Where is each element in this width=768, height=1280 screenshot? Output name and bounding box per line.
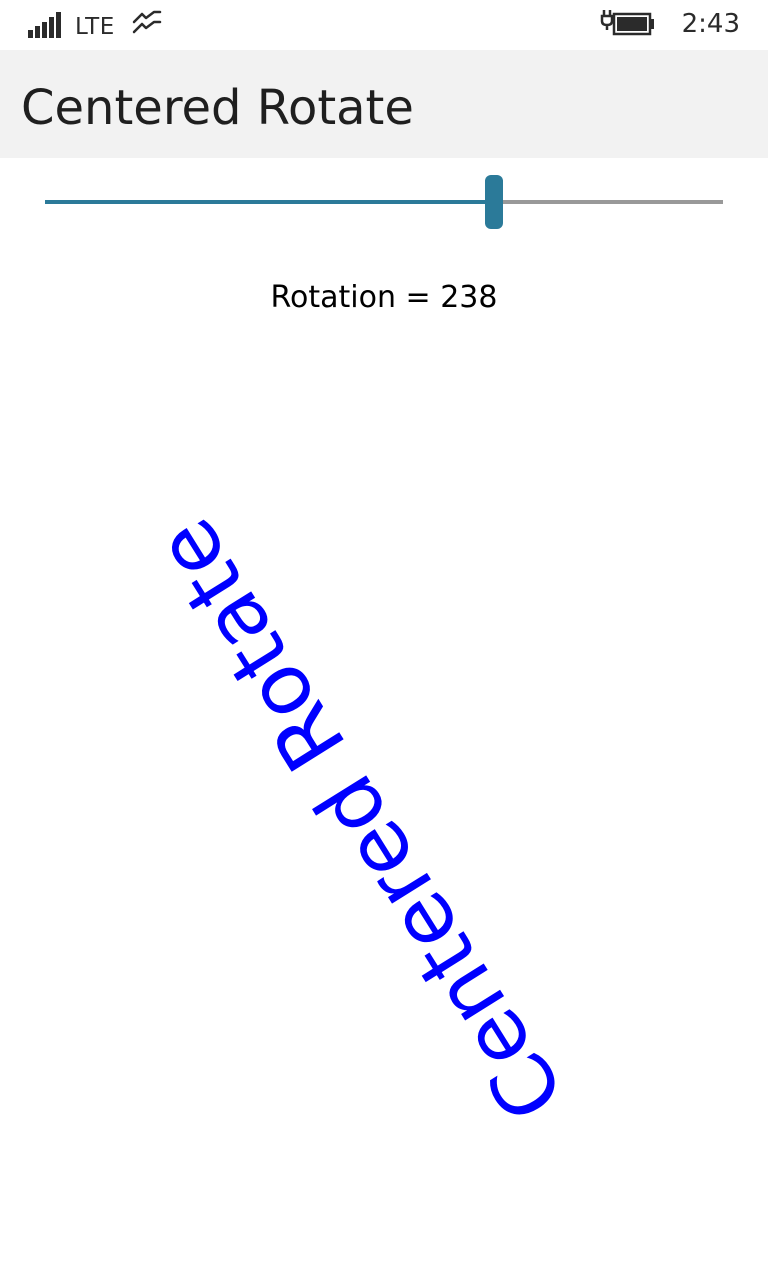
data-connection-icon xyxy=(132,10,162,34)
rotation-value: 238 xyxy=(440,280,498,315)
rotation-readout: Rotation = 238 xyxy=(0,278,768,318)
page-title: Centered Rotate xyxy=(21,80,414,136)
signal-bars-icon xyxy=(28,12,61,38)
network-type-label: LTE xyxy=(75,14,115,40)
slider-thumb[interactable] xyxy=(485,175,503,229)
battery-charging-icon xyxy=(600,10,654,36)
rotation-slider[interactable] xyxy=(45,174,723,230)
slider-fill xyxy=(45,200,494,204)
title-bar: Centered Rotate xyxy=(0,50,768,158)
rotation-label: Rotation = xyxy=(270,280,441,315)
status-clock: 2:43 xyxy=(681,9,740,39)
app-screen: LTE 2:43 Centered Rotate Rotation = 238 … xyxy=(0,0,768,1280)
status-bar: LTE 2:43 xyxy=(0,0,768,50)
rotated-text: Centered Rotate xyxy=(136,502,584,1138)
